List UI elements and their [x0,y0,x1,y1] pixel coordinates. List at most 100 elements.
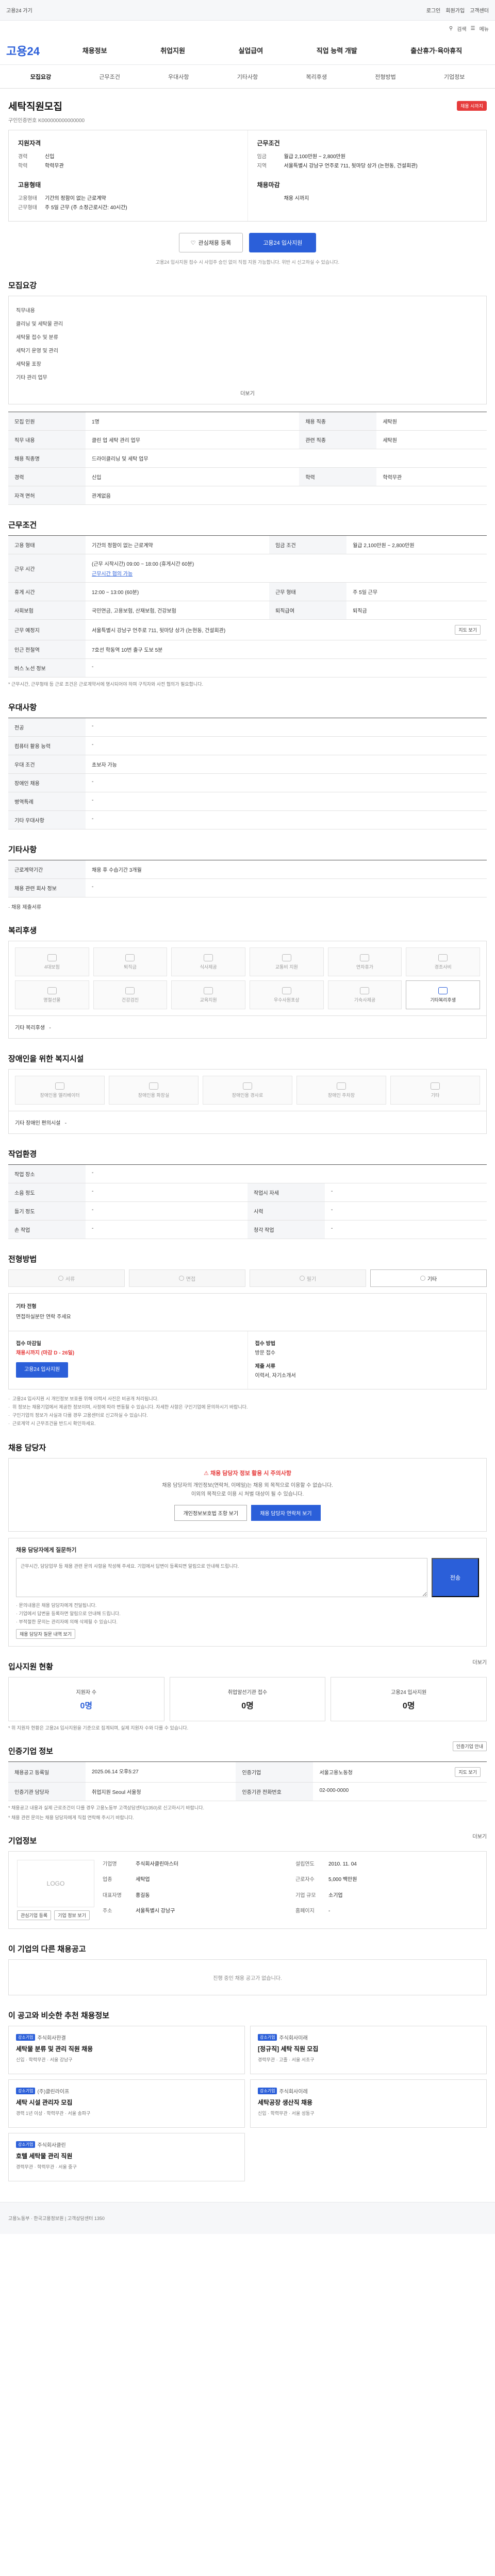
menu-label[interactable]: 메뉴 [480,25,489,32]
privacy-law-button[interactable]: 개인정보보호법 조항 보기 [174,1505,248,1521]
status-label: 취업알선기관 접수 [227,1689,268,1696]
cell-value: 세탁원 [376,430,487,449]
inquiry-title: 채용 담당자에게 질문하기 [16,1547,77,1553]
tab-method[interactable]: 전형방법 [351,73,420,81]
company-chip: 강소기업 [258,2034,277,2041]
tab-etc[interactable]: 기타사항 [213,73,282,81]
welfare-label: 식사제공 [200,964,217,970]
contact-desc: 채용 담당자의 개인정보(연락처, 이메일)는 채용 외 목적으로 이용할 수 … [16,1481,479,1499]
signup-link[interactable]: 회원가입 [446,6,465,14]
cell-key: 인증기관 전화번호 [236,1782,314,1801]
welfare-icon [204,987,213,994]
gnb-item-training[interactable]: 직업 능력 개발 [314,43,360,57]
recommend-card[interactable]: 강소기업 주식회사클린 호텔 세탁물 관리 직원 경력무관 · 학력무관 · 서울… [8,2133,245,2181]
cell-value: - [86,718,487,737]
apply-button[interactable]: 고용24 입사지원 [249,233,317,252]
tab-company[interactable]: 기업정보 [420,73,489,81]
tab-welfare[interactable]: 복리후생 [282,73,351,81]
search-label[interactable]: 검색 [457,25,466,32]
company-title: 기업정보 [8,1837,37,1845]
welfare-title: 복리후생 [8,926,37,935]
cell-value: 02-000-0000 [313,1782,487,1801]
utility-links: 로그인 회원가입 고객센터 [426,6,489,14]
recommend-title: 이 공고와 비슷한 추천 채용정보 [8,2011,110,2020]
tab-work[interactable]: 근무조건 [75,73,144,81]
cell-value: 퇴직금 [346,601,487,620]
apply-way-label: 접수 방법 [255,1341,276,1347]
cell-value: - [86,792,487,811]
cell-value: - [86,1164,487,1183]
status-label: 고용24 입사지원 [391,1689,427,1696]
cell-key: 병역특례 [8,792,86,811]
search-icon[interactable]: ⚲ [449,26,453,31]
status-card: 고용24 입사지원 0명 [331,1677,487,1721]
cell-value: - [86,736,487,755]
kv-key: 지역 [257,163,267,169]
cell-key: 손 작업 [8,1220,86,1239]
inquiry-history-button[interactable]: 채용 담당자 질문 내역 보기 [16,1629,76,1639]
recommend-card[interactable]: 강소기업 (주)클린라이프 세탁 시설 관리자 모집 경력 1년 이상 · 학력무… [8,2079,245,2128]
login-link[interactable]: 로그인 [426,6,441,14]
card-title: [정규직] 세탁 직원 모집 [258,2045,319,2053]
cell-value: 1명 [86,412,300,431]
welfare-label: 명절선물 [43,997,61,1003]
apply-deadline-col: 접수 마감일 채용시까지 (마감 D - 26일) 고용24 입사지원 [9,1331,248,1389]
cell-value: 초보자 가능 [86,755,487,774]
welfare-item: 기숙사제공 [327,980,402,1009]
recommend-card[interactable]: 강소기업 주식회사미래 [정규직] 세탁 직원 모집 경력무관 · 고졸 · 서울… [250,2026,487,2074]
hours-negotiable-link[interactable]: 근무시간 협의 가능 [92,571,133,577]
show-contact-button[interactable]: 채용 담당자 연락처 보기 [251,1505,321,1521]
apply-deadline-value: 채용시까지 (마감 D - 26일) [16,1350,75,1356]
register-guide-button[interactable]: 인증기업 안내 [452,1741,487,1751]
gnb-item-support[interactable]: 취업지원 [157,43,188,57]
inquiry-send-button[interactable]: 전송 [432,1558,479,1597]
status-title: 입사지원 현황 [8,1663,53,1671]
cell-key: 인근 전철역 [8,640,86,659]
contact-warning: ⚠ 채용 담당자 정보 활용 시 주의사항 [16,1469,479,1477]
map-button[interactable]: 지도 보기 [455,625,481,635]
welfare-label: 건강검진 [121,997,139,1003]
job-title: 세탁직원모집 [8,101,62,112]
elevator-icon [55,1082,64,1090]
method-apply-button[interactable]: 고용24 입사지원 [16,1362,69,1378]
kv-value: 2010. 11. 04 [328,1861,357,1867]
welfare-item: 경조사비 [406,947,480,976]
home-link[interactable]: 고용24 가기 [6,6,32,14]
company-more-link[interactable]: 더보기 [472,1832,487,1840]
interest-button[interactable]: ♡ 관심채용 등록 [178,233,243,252]
welfare-icon [204,954,213,961]
bullet-item: 근로계약 시 근무조건을 반드시 확인하세요. [8,1419,487,1428]
step-icon [178,1276,184,1281]
cell-value: 서울고용노동청 지도 보기 [313,1761,487,1783]
work-table: 고용 형태 기간의 정함이 없는 근로계약 임금 조건 월급 2,100만원 ~ 2,… [8,535,487,677]
company-interest-button[interactable]: 관심기업 등록 [17,1910,52,1920]
cell-key: 모집 인원 [8,412,86,431]
cell-value: - [325,1220,487,1239]
inquiry-textarea[interactable] [16,1558,427,1597]
tab-pref[interactable]: 우대사항 [144,73,213,81]
recommend-card[interactable]: 강소기업 주식회사한결 세탁물 분류 및 관리 직원 채용 신입 · 학력무관 ·… [8,2026,245,2074]
tab-recruit[interactable]: 모집요강 [6,73,75,81]
summary-right: 근무조건 임금 월급 2,100만원 ~ 2,800만원 지역 서울특별시 강남구 … [247,130,487,221]
gnb-item-benefits[interactable]: 실업급여 [235,43,266,57]
recommend-card[interactable]: 강소기업 주식회사이레 세탁공장 생산직 채용 신입 · 학력무관 · 서울 성동… [250,2079,487,2128]
cell-value: - [86,658,487,677]
site-logo[interactable]: 고용24 [6,42,56,59]
menu-icon[interactable]: ☰ [471,26,475,31]
cell-key: 퇴직급여 [269,601,347,620]
cell-value: 클린 업 세탁 관리 업무 [86,430,300,449]
company-detail-button[interactable]: 기업 정보 보기 [54,1910,90,1920]
kv-key: 기업 규모 [295,1892,316,1899]
gnb-item-leave[interactable]: 출산휴가·육아휴직 [407,43,465,57]
help-link[interactable]: 고객센터 [470,6,489,14]
status-card: 지원자 수 0명 [8,1677,164,1721]
gnb-item-jobs[interactable]: 채용정보 [79,43,110,57]
facility-extra-label: 기타 장애인 편의시설 [15,1121,61,1126]
register-map-button[interactable]: 지도 보기 [455,1767,481,1777]
facility-item: 장애인용 화장실 [109,1076,199,1105]
job-id: 구인인증번호 K000000000000000 [8,118,85,124]
status-more-link[interactable]: 더보기 [472,1658,487,1666]
recruit-more-button[interactable]: 더보기 [16,385,479,400]
cell-value: 월급 2,100만원 ~ 2,800만원 [346,535,487,554]
apply-notice: 고용24 입사지원 접수 시 사업주 승인 없이 직접 지원 가능합니다. 위반… [155,260,340,265]
